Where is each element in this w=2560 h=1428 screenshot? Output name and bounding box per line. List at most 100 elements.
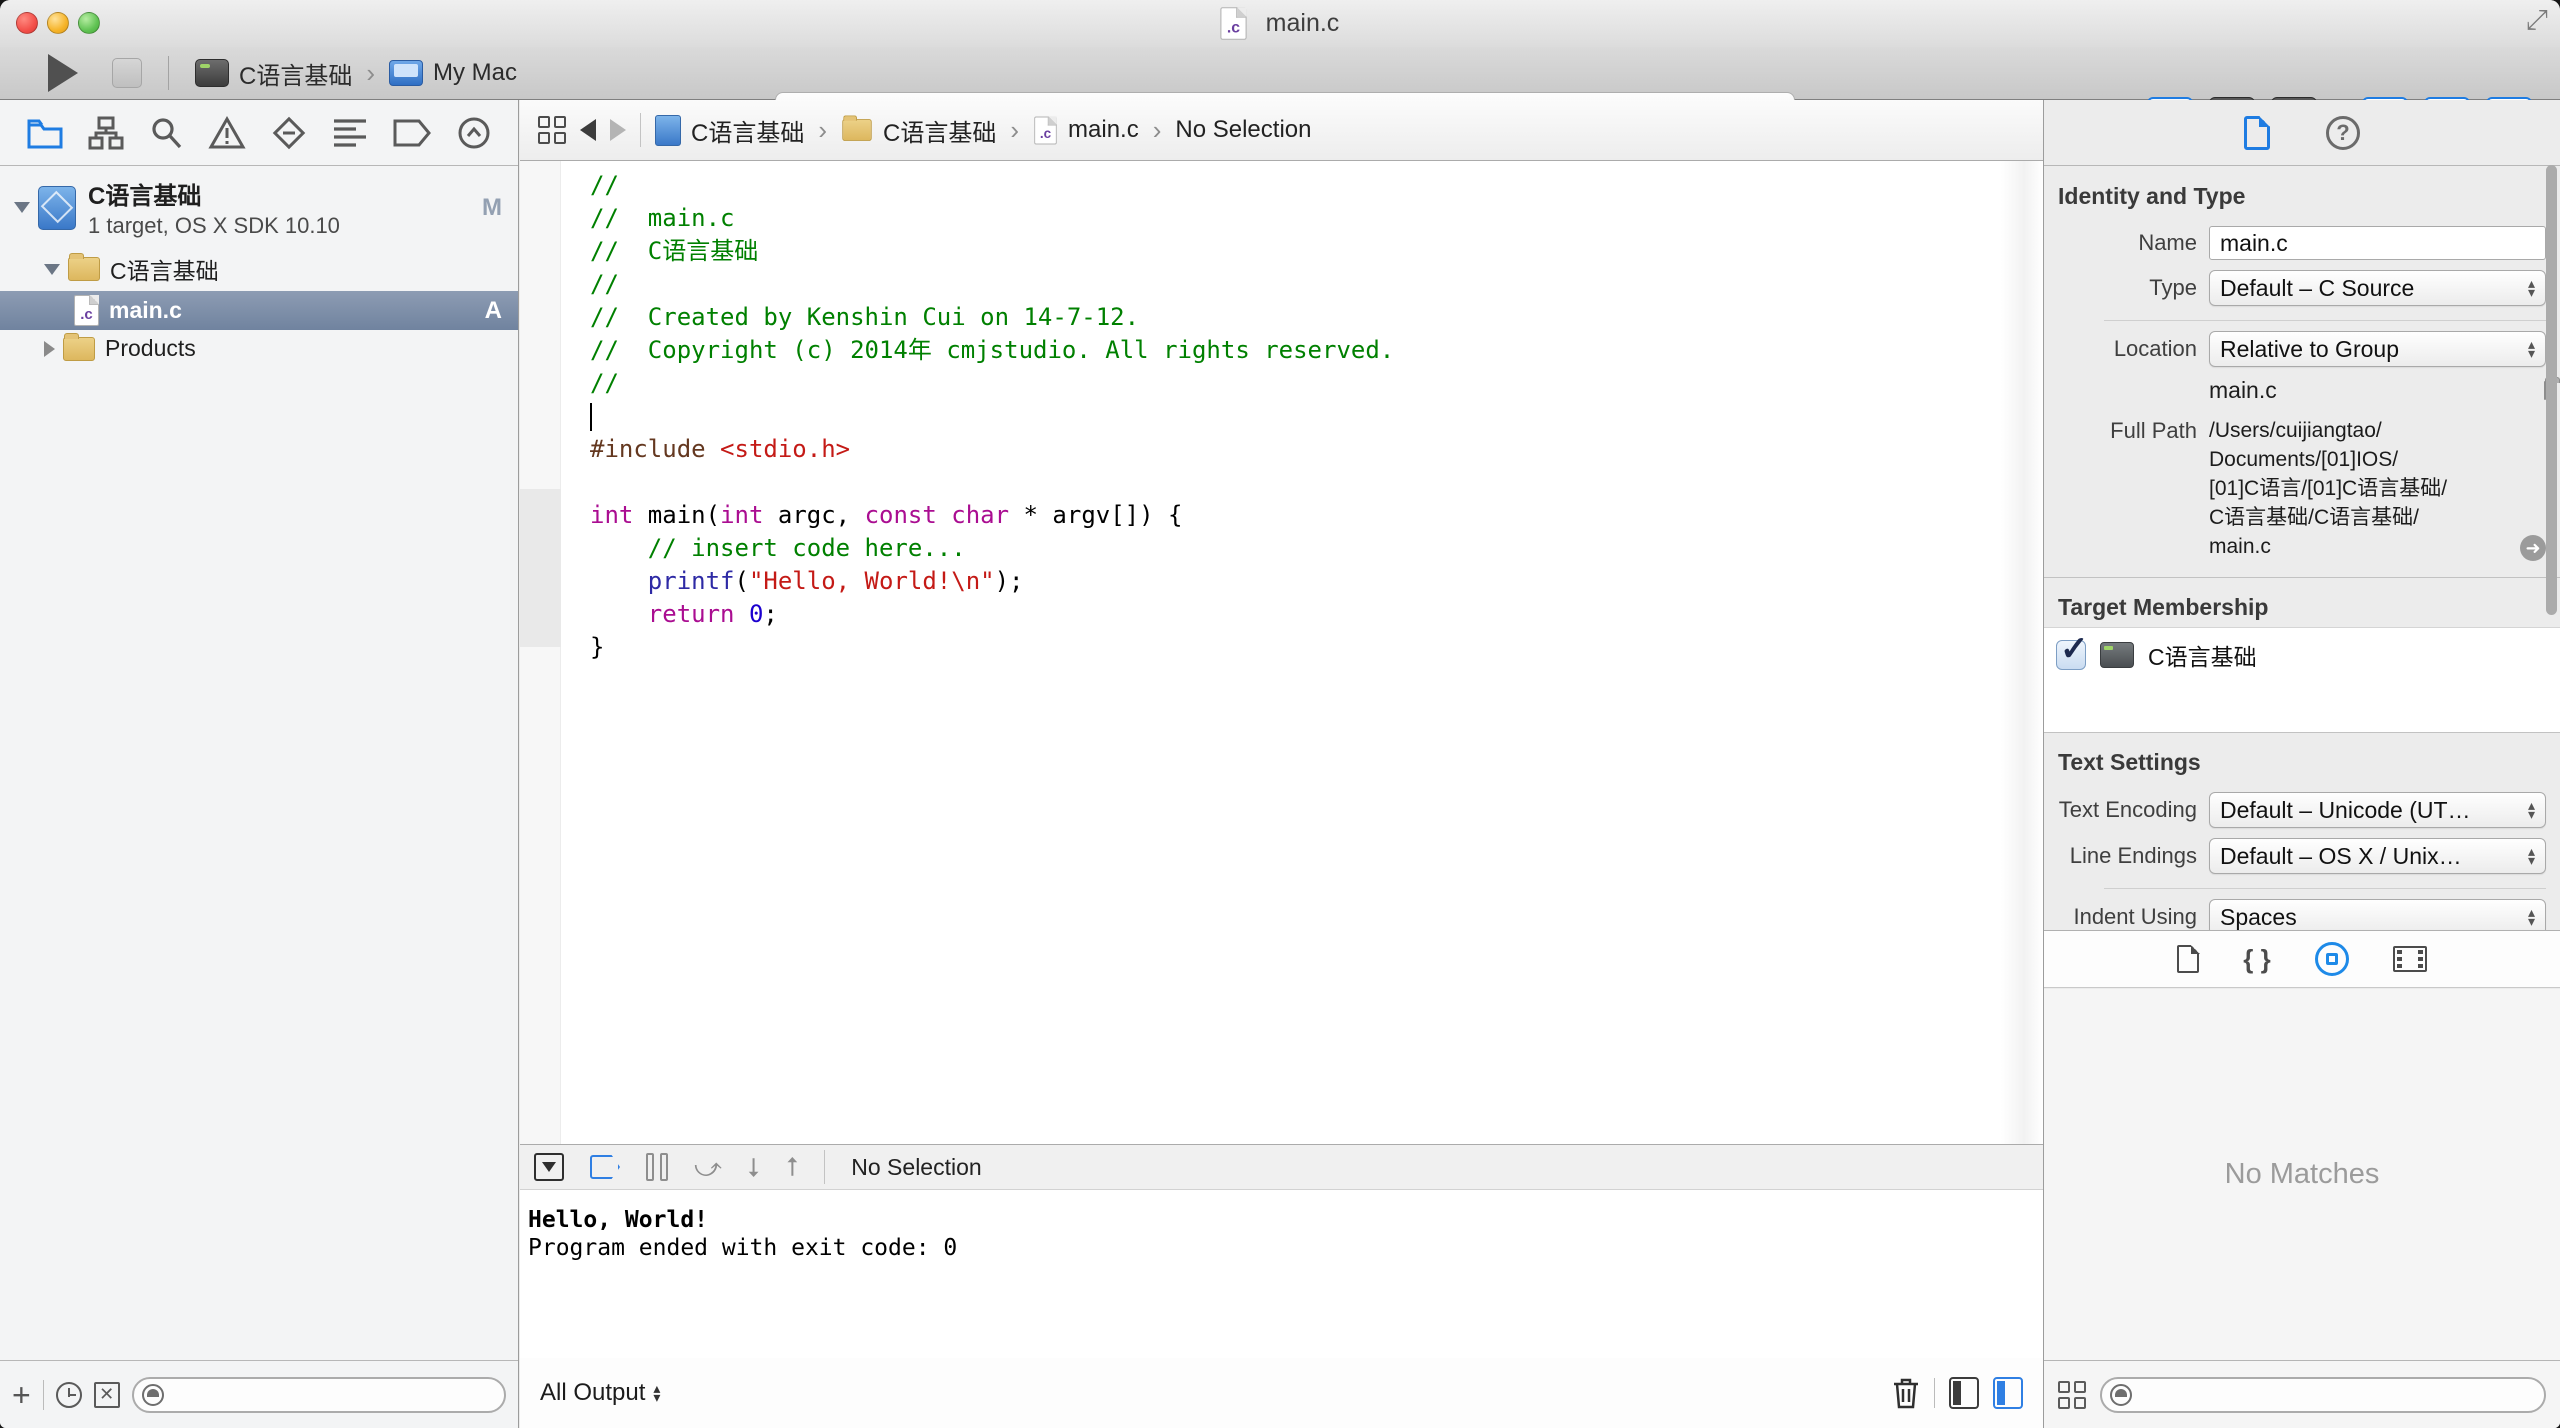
pause-button[interactable]: [646, 1153, 668, 1181]
navigator-filter-field[interactable]: [132, 1377, 506, 1413]
media-library-tab[interactable]: [2393, 946, 2427, 972]
fullscreen-icon[interactable]: ⤢: [2526, 4, 2548, 37]
section-header: Text Settings: [2044, 733, 2560, 782]
step-into-button[interactable]: ⭣: [748, 1154, 760, 1180]
zoom-button[interactable]: [78, 12, 100, 34]
source-editor[interactable]: //// main.c// C语言基础//// Created by Kensh…: [520, 161, 2043, 1205]
editor-scrollbar[interactable]: [2001, 161, 2043, 1205]
chevron-icon: [1149, 115, 1166, 146]
code-line[interactable]: // Copyright (c) 2014年 cmjstudio. All ri…: [590, 334, 2043, 367]
breadcrumb-project[interactable]: C语言基础: [691, 113, 804, 148]
inspector-scrollbar[interactable]: [2546, 165, 2557, 615]
editor-gutter[interactable]: [520, 161, 561, 1205]
step-out-button[interactable]: ⭡: [786, 1154, 798, 1180]
code-line[interactable]: // Created by Kenshin Cui on 14-7-12.: [590, 301, 2043, 334]
console-view-toggle[interactable]: [1993, 1377, 2023, 1409]
code-line[interactable]: }: [590, 631, 2043, 664]
file-inspector-tab[interactable]: [2244, 116, 2270, 150]
xcode-window: .c main.c ⤢ C语言基础 My Mac Finished runnin…: [0, 0, 2560, 1428]
recent-files-icon[interactable]: [56, 1382, 82, 1408]
breadcrumb-file[interactable]: main.c: [1068, 116, 1139, 144]
destination-name[interactable]: My Mac: [433, 59, 517, 87]
divider: [2104, 320, 2546, 321]
project-row[interactable]: C语言基础 1 target, OS X SDK 10.10 M: [0, 166, 518, 247]
console-line: Program ended with exit code: 0: [528, 1234, 2043, 1262]
code-line[interactable]: return 0;: [590, 598, 2043, 631]
code-line[interactable]: //: [590, 169, 2043, 202]
open-in-finder-icon[interactable]: ➜: [2520, 535, 2546, 561]
symbol-navigator-icon[interactable]: [88, 115, 124, 151]
code-text[interactable]: //// main.c// C语言基础//// Created by Kensh…: [561, 161, 2043, 664]
library-grid-view-icon[interactable]: [2058, 1381, 2086, 1409]
group-row[interactable]: C语言基础: [0, 247, 518, 291]
code-line[interactable]: //: [590, 268, 2043, 301]
breakpoint-navigator-icon[interactable]: [392, 118, 432, 148]
encoding-popup[interactable]: Default – Unicode (UT…▴▾: [2209, 792, 2546, 828]
library-content: No Matches: [2044, 989, 2560, 1360]
products-name: Products: [105, 335, 196, 362]
issue-navigator-icon[interactable]: [208, 115, 246, 151]
code-line[interactable]: // C语言基础: [590, 235, 2043, 268]
location-file: main.c: [2209, 377, 2277, 404]
object-library-tab[interactable]: [2315, 942, 2349, 976]
fold-ribbon: [520, 489, 561, 647]
divider: [824, 1150, 825, 1184]
search-navigator-icon[interactable]: [148, 115, 184, 151]
products-row[interactable]: Products: [0, 330, 518, 367]
target-icon: [2100, 642, 2134, 668]
variables-view-toggle[interactable]: [1949, 1377, 1979, 1409]
window-title: main.c: [1266, 9, 1340, 38]
folder-icon: [63, 337, 95, 361]
type-popup[interactable]: Default – C Source▴▾: [2209, 270, 2546, 306]
test-navigator-icon[interactable]: [270, 114, 308, 152]
library-empty-text: No Matches: [2225, 1158, 2380, 1191]
file-row-selected[interactable]: .c main.c A: [0, 291, 518, 330]
target-membership-list: C语言基础: [2044, 627, 2560, 733]
breadcrumb-selection[interactable]: No Selection: [1175, 116, 1311, 144]
target-checkbox-checked[interactable]: [2056, 640, 2086, 670]
related-items-icon[interactable]: [538, 116, 566, 144]
indent-popup[interactable]: Spaces▴▾: [2209, 899, 2546, 930]
scheme-name[interactable]: C语言基础: [239, 56, 352, 91]
stop-button[interactable]: [112, 58, 142, 88]
code-line[interactable]: printf("Hello, World!\n");: [590, 565, 2043, 598]
quick-help-tab[interactable]: ?: [2326, 116, 2360, 150]
added-badge: A: [485, 297, 502, 325]
location-popup[interactable]: Relative to Group▴▾: [2209, 331, 2546, 367]
code-line[interactable]: #include <stdio.h>: [590, 433, 2043, 466]
code-line[interactable]: //: [590, 367, 2043, 400]
file-template-library-tab[interactable]: [2177, 945, 2199, 973]
project-navigator-icon[interactable]: [26, 116, 64, 150]
report-navigator-icon[interactable]: [456, 115, 492, 151]
utilities-panel: ? Identity and Type Name Type Default – …: [2043, 100, 2560, 1428]
target-row[interactable]: C语言基础: [2056, 638, 2560, 672]
code-line[interactable]: // main.c: [590, 202, 2043, 235]
add-button[interactable]: +: [12, 1379, 31, 1411]
output-filter-popup[interactable]: All Output: [540, 1379, 645, 1407]
code-line[interactable]: [590, 466, 2043, 499]
close-button[interactable]: [16, 12, 38, 34]
c-file-icon: .c: [74, 295, 99, 326]
scheme-selector[interactable]: C语言基础 My Mac: [195, 56, 517, 91]
breakpoints-toggle-button[interactable]: [590, 1155, 620, 1179]
disclosure-open-icon[interactable]: [14, 202, 30, 213]
name-field[interactable]: [2209, 226, 2546, 260]
run-button[interactable]: [48, 54, 78, 92]
trash-icon[interactable]: [1892, 1377, 1920, 1409]
line-endings-popup[interactable]: Default – OS X / Unix…▴▾: [2209, 838, 2546, 874]
source-control-status-icon[interactable]: ✕: [94, 1382, 120, 1408]
step-over-button[interactable]: ⤻: [694, 1154, 722, 1180]
breadcrumb-group[interactable]: C语言基础: [883, 113, 996, 148]
forward-button[interactable]: [610, 119, 626, 141]
code-line[interactable]: // insert code here...: [590, 532, 2043, 565]
code-line[interactable]: int main(int argc, const char * argv[]) …: [590, 499, 2043, 532]
code-snippet-library-tab[interactable]: { }: [2243, 944, 2270, 975]
debug-navigator-icon[interactable]: [332, 116, 368, 150]
code-line[interactable]: [590, 400, 2043, 433]
library-filter-field[interactable]: [2100, 1377, 2546, 1413]
minimize-button[interactable]: [47, 12, 69, 34]
back-button[interactable]: [580, 119, 596, 141]
hide-debug-area-button[interactable]: [534, 1153, 564, 1181]
disclosure-open-icon[interactable]: [44, 264, 60, 275]
disclosure-closed-icon[interactable]: [44, 341, 55, 357]
